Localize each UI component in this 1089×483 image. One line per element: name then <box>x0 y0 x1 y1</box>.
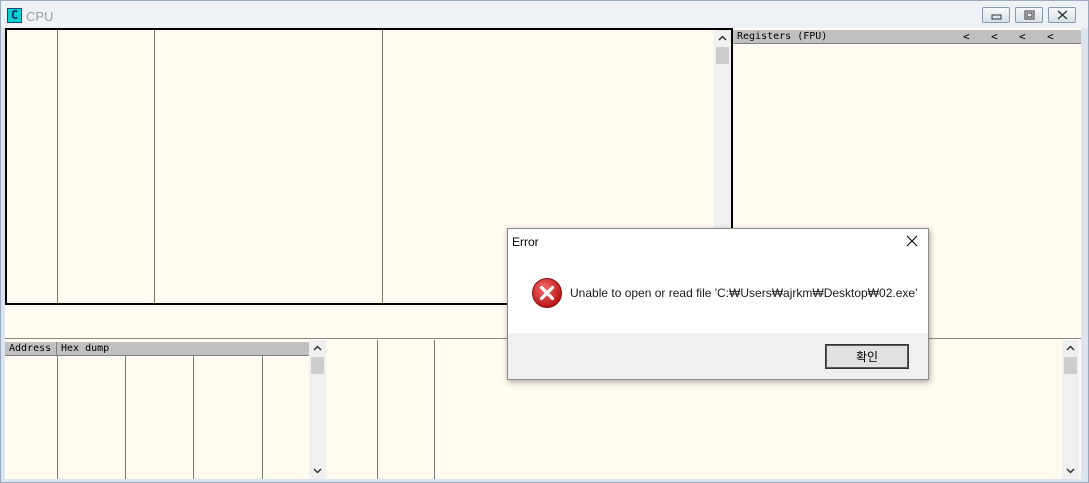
error-dialog[interactable]: Error Unable to open or read file 'C:₩Us… <box>507 228 929 380</box>
column-divider <box>262 356 263 479</box>
error-icon <box>532 278 562 308</box>
cpu-app-icon: C <box>7 8 22 23</box>
column-divider <box>434 340 435 479</box>
column-divider[interactable] <box>57 30 58 303</box>
registers-header[interactable]: Registers (FPU) < < < < <box>733 30 1081 44</box>
column-divider <box>125 356 126 479</box>
scroll-thumb[interactable] <box>716 47 729 64</box>
dump-pane[interactable]: Address Hex dump <box>5 340 326 479</box>
scroll-thumb[interactable] <box>1064 357 1077 374</box>
header-divider[interactable] <box>56 342 57 356</box>
window-title: CPU <box>26 9 54 24</box>
column-divider <box>377 340 378 479</box>
scroll-left-icon[interactable]: < <box>991 30 998 43</box>
dump-header: Address Hex dump <box>5 342 309 356</box>
close-button[interactable] <box>1048 7 1076 23</box>
scroll-up-icon[interactable] <box>309 340 326 357</box>
column-divider <box>57 356 58 479</box>
minimize-icon <box>991 14 1002 20</box>
close-icon[interactable] <box>904 233 920 249</box>
dialog-body: Unable to open or read file 'C:₩Users₩aj… <box>508 261 928 333</box>
hex-dump-column-header[interactable]: Hex dump <box>61 342 109 355</box>
restore-icon <box>1024 10 1035 20</box>
dialog-title: Error <box>512 235 539 249</box>
error-message: Unable to open or read file 'C:₩Users₩aj… <box>570 286 918 300</box>
dialog-footer: 확인 <box>508 333 928 379</box>
scroll-down-icon[interactable] <box>309 462 326 479</box>
scroll-thumb[interactable] <box>311 357 324 374</box>
column-divider[interactable] <box>382 30 383 303</box>
scroll-left-icon[interactable]: < <box>963 30 970 43</box>
scroll-left-icon[interactable]: < <box>1019 30 1026 43</box>
restore-button[interactable] <box>1015 7 1043 23</box>
title-bar[interactable]: C CPU <box>1 1 1088 28</box>
scroll-left-icon[interactable]: < <box>1047 30 1054 43</box>
address-column-header[interactable]: Address <box>9 342 51 355</box>
minimize-button[interactable] <box>982 7 1010 23</box>
scroll-up-icon[interactable] <box>1062 340 1079 357</box>
scroll-down-icon[interactable] <box>1062 462 1079 479</box>
ok-button[interactable]: 확인 <box>825 344 909 369</box>
column-divider[interactable] <box>154 30 155 303</box>
close-icon <box>1057 10 1068 20</box>
column-divider <box>193 356 194 479</box>
scroll-up-icon[interactable] <box>714 30 731 47</box>
dump-scrollbar[interactable] <box>309 340 326 479</box>
stack-scrollbar[interactable] <box>1062 340 1079 479</box>
registers-title: Registers (FPU) <box>737 31 828 42</box>
